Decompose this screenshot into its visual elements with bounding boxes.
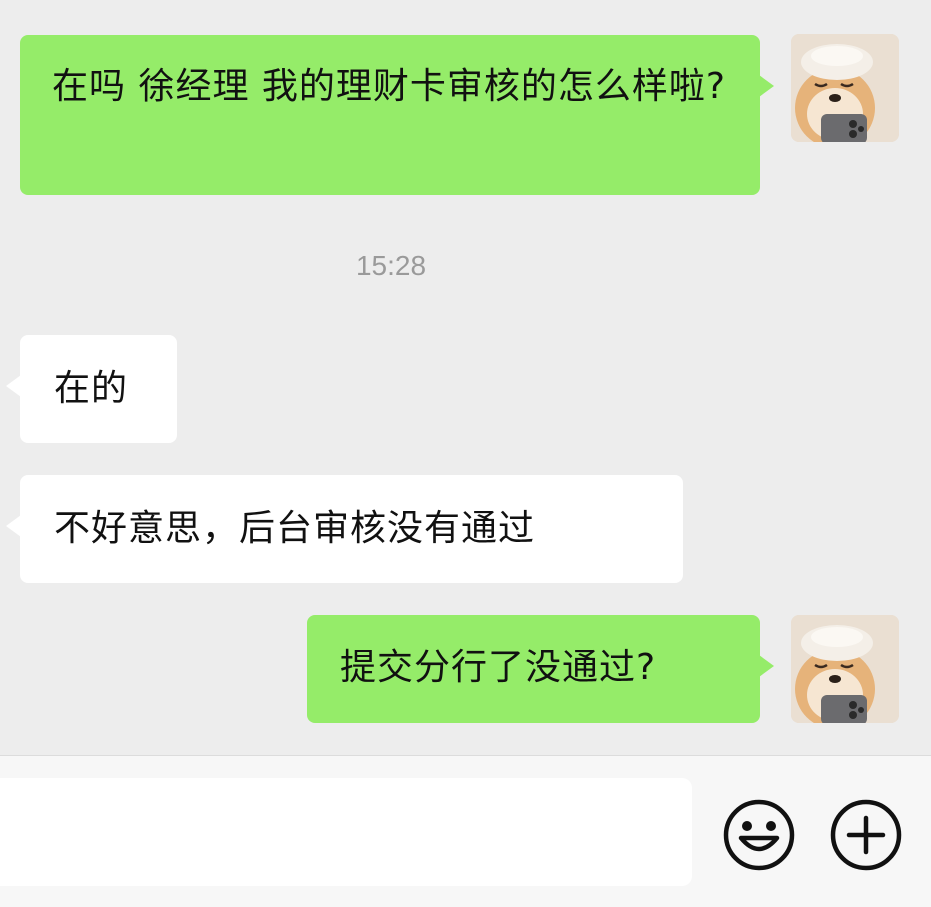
message-input[interactable] [0,778,692,886]
emoji-button[interactable] [722,798,796,872]
message-text: 在吗 徐经理 我的理财卡审核的怎么样啦? [52,66,726,107]
message-text: 在的 [54,368,129,409]
message-text: 不好意思，后台审核没有通过 [54,508,536,549]
message-text: 提交分行了没通过? [340,647,657,688]
input-bar [0,755,931,907]
plus-circle-icon [830,799,902,871]
message-timestamp: 15:28 [355,250,427,281]
shiba-dog-avatar-icon [791,615,899,723]
user-avatar[interactable] [791,615,899,723]
incoming-message-bubble[interactable]: 不好意思，后台审核没有通过 [6,475,683,583]
smiley-face-icon [723,799,795,871]
chat-history[interactable]: 在吗 徐经理 我的理财卡审核的怎么样啦? 15:28 在的 不好意思，后台审核没… [0,0,931,755]
more-options-button[interactable] [829,798,903,872]
user-avatar[interactable] [791,34,899,142]
outgoing-message-bubble[interactable]: 提交分行了没通过? [307,615,774,723]
incoming-message-bubble[interactable]: 在的 [6,335,177,443]
outgoing-message-bubble[interactable]: 在吗 徐经理 我的理财卡审核的怎么样啦? [20,35,774,195]
shiba-dog-avatar-icon [791,34,899,142]
